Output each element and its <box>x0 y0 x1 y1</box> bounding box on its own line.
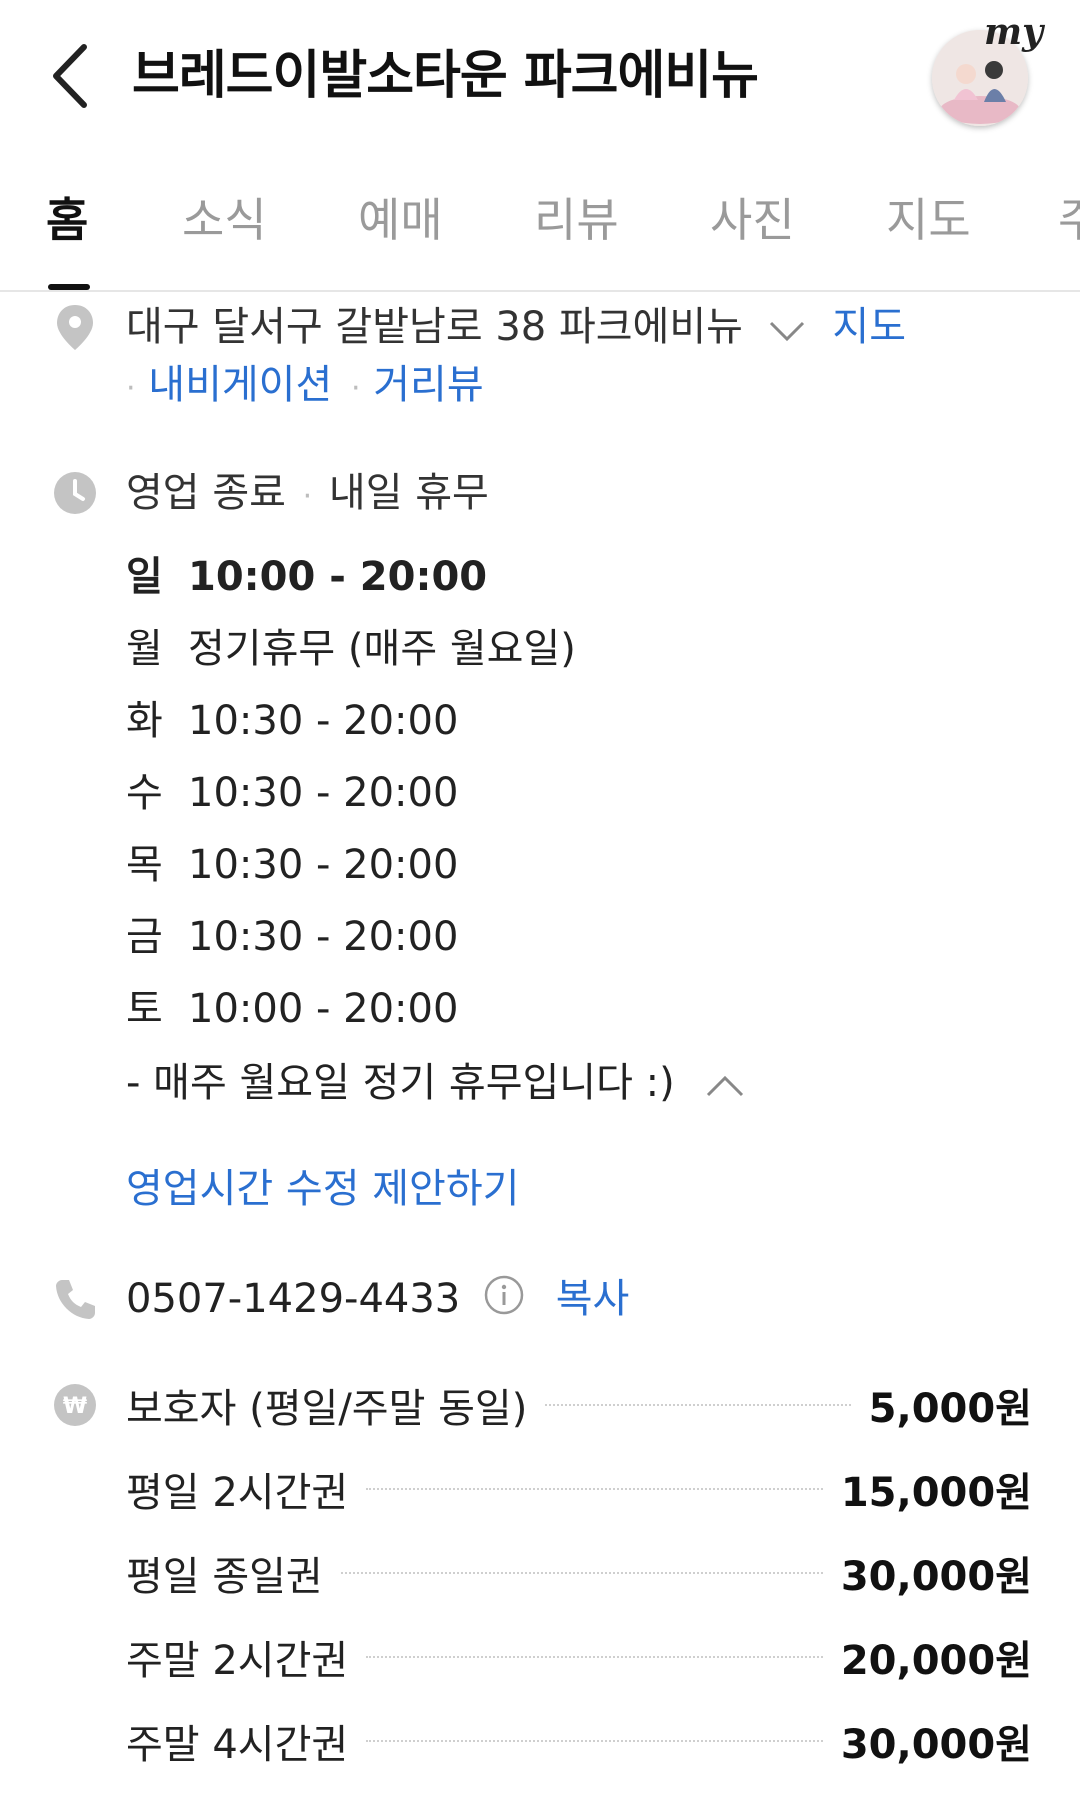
price-leader-dots <box>340 1572 823 1574</box>
navigation-link[interactable]: 내비게이션 <box>148 362 332 408</box>
hours-day: 화 <box>126 698 163 744</box>
tab-news[interactable]: 소식 <box>182 190 267 250</box>
address-actions: · 내비게이션 · 거리뷰 <box>126 362 484 408</box>
price-leader-dots <box>366 1656 823 1658</box>
hours-time: 10:00 - 20:00 <box>188 554 488 600</box>
address-line: 대구 달서구 갈밭남로 38 파크에비뉴 지도 <box>126 302 906 354</box>
phone-icon <box>52 1276 98 1322</box>
price-value: 15,000원 <box>840 1470 1032 1516</box>
tab-map[interactable]: 지도 <box>886 190 971 250</box>
tab-photos[interactable]: 사진 <box>710 190 795 250</box>
price-label: 주말 2시간권 <box>126 1638 349 1684</box>
hours-note-text: - 매주 월요일 정기 휴무입니다 :) <box>126 1060 675 1106</box>
price-row: 평일 종일권 30,000원 <box>126 1548 1032 1600</box>
price-row: 주말 2시간권 20,000원 <box>126 1632 1032 1684</box>
price-leader-dots <box>366 1740 823 1742</box>
hours-day: 금 <box>126 914 163 960</box>
price-label: 평일 2시간권 <box>126 1470 349 1516</box>
location-pin-icon <box>52 302 98 350</box>
hours-time: 10:30 - 20:00 <box>188 698 459 744</box>
page-title: 브레드이발소타운 파크에비뉴 <box>132 46 759 106</box>
collapse-chevron-icon[interactable] <box>705 1060 745 1110</box>
hours-note: - 매주 월요일 정기 휴무입니다 :) <box>126 1058 745 1110</box>
price-leader-dots <box>366 1488 823 1490</box>
hours-time: 10:00 - 20:00 <box>188 986 459 1032</box>
won-icon: ₩ <box>52 1382 98 1428</box>
hours-day: 수 <box>126 770 163 816</box>
map-link[interactable]: 지도 <box>832 304 906 350</box>
clock-icon <box>52 470 98 516</box>
hours-time: 10:30 - 20:00 <box>188 770 459 816</box>
active-tab-indicator <box>48 284 90 290</box>
tab-booking[interactable]: 예매 <box>358 190 443 250</box>
price-value: 5,000원 <box>868 1386 1032 1432</box>
hours-time: 10:30 - 20:00 <box>188 914 459 960</box>
copy-phone-button[interactable]: 복사 <box>556 1276 630 1322</box>
hours-time: 정기휴무 (매주 월요일) <box>188 626 576 672</box>
hours-day: 목 <box>126 842 163 888</box>
tab-more[interactable]: 주 <box>1058 190 1080 250</box>
hours-day: 월 <box>126 626 163 672</box>
price-value: 20,000원 <box>840 1638 1032 1684</box>
price-label: 주말 4시간권 <box>126 1722 349 1768</box>
business-status: 영업 종료 · 내일 휴무 <box>126 470 489 516</box>
streetview-link[interactable]: 거리뷰 <box>373 362 483 408</box>
price-value: 30,000원 <box>840 1722 1032 1768</box>
hours-day: 일 <box>126 554 163 600</box>
address-expand-chevron-icon[interactable] <box>768 304 806 354</box>
tab-bar: 홈 소식 예매 리뷰 사진 지도 주 <box>0 140 1080 292</box>
top-header: 브레드이발소타운 파크에비뉴 my <box>0 0 1080 140</box>
price-row: 평일 2시간권 15,000원 <box>126 1464 1032 1516</box>
back-button[interactable] <box>40 36 100 116</box>
price-row: 보호자 (평일/주말 동일) 5,000원 <box>126 1380 1032 1432</box>
tab-home[interactable]: 홈 <box>46 190 88 250</box>
address-text: 대구 달서구 갈밭남로 38 파크에비뉴 <box>126 304 743 350</box>
price-label: 평일 종일권 <box>126 1554 323 1600</box>
phone-line: 0507-1429-4433 복사 <box>126 1274 629 1328</box>
svg-text:₩: ₩ <box>63 1394 87 1419</box>
info-icon[interactable] <box>483 1274 525 1328</box>
phone-number[interactable]: 0507-1429-4433 <box>126 1276 460 1322</box>
price-leader-dots <box>545 1404 851 1406</box>
suggest-hours-edit-link[interactable]: 영업시간 수정 제안하기 <box>126 1164 519 1214</box>
hours-day: 토 <box>126 986 163 1032</box>
chevron-left-icon <box>53 44 87 108</box>
my-badge: my <box>984 11 1044 53</box>
hours-time: 10:30 - 20:00 <box>188 842 459 888</box>
price-label: 보호자 (평일/주말 동일) <box>126 1386 528 1432</box>
status-next: 내일 휴무 <box>328 470 489 516</box>
price-value: 30,000원 <box>840 1554 1032 1600</box>
price-row: 주말 4시간권 30,000원 <box>126 1716 1032 1768</box>
tab-reviews[interactable]: 리뷰 <box>534 190 619 250</box>
status-state: 영업 종료 <box>126 470 286 516</box>
